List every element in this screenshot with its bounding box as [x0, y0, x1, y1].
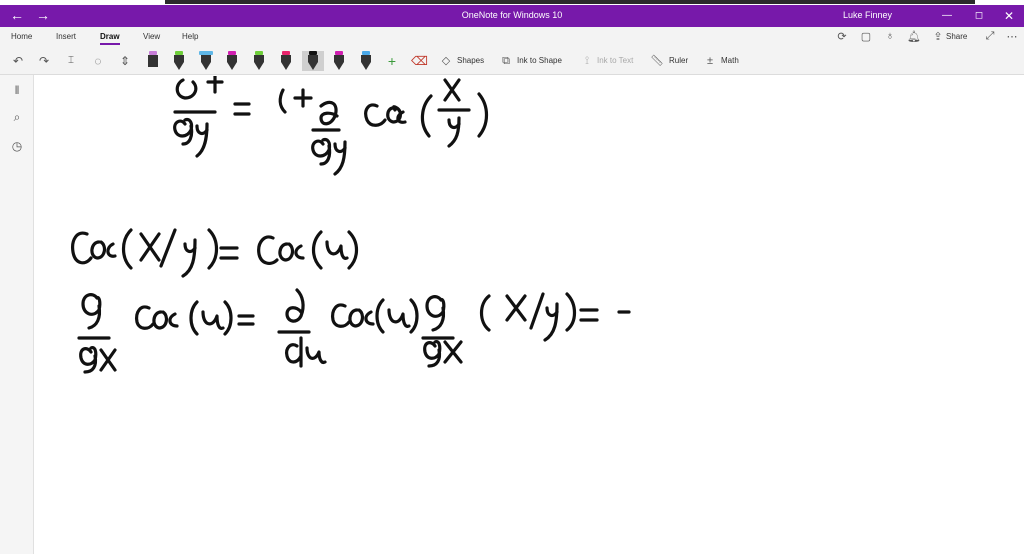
pen-tool[interactable] [358, 51, 374, 71]
close-button[interactable]: ✕ [992, 5, 1024, 27]
ruler-button[interactable]: Ruler [669, 56, 688, 65]
left-sidebar: 𝍪 ⌕ ◷ [0, 75, 34, 554]
forward-arrow-icon[interactable]: → [32, 7, 54, 23]
type-select-icon[interactable]: ⌶ [63, 52, 79, 70]
maximize-button[interactable]: ◻ [962, 5, 996, 27]
feedback-icon[interactable]: ▢ [858, 30, 874, 43]
ruler-icon[interactable]: 📏︎ [650, 52, 664, 70]
ink-equation-3 [77, 288, 631, 374]
shapes-icon[interactable]: ◇ [439, 52, 453, 70]
share-icon[interactable]: ⇪ [930, 30, 946, 43]
ink-to-shape-button[interactable]: Ink to Shape [517, 56, 562, 65]
bell-icon[interactable]: 🔔︎ [906, 30, 922, 43]
tab-insert[interactable]: Insert [56, 32, 76, 41]
eraser-icon[interactable]: ⌫ [411, 52, 428, 70]
fullscreen-icon[interactable]: ⤢ [982, 30, 998, 43]
ink-to-shape-icon[interactable]: ⧉ [499, 52, 513, 70]
ink-equation-2 [71, 228, 359, 278]
ink-equation-1 [173, 76, 489, 176]
ink-to-text-button: Ink to Text [597, 56, 634, 65]
onenote-window: ← → OneNote for Windows 10 Luke Finney —… [0, 0, 1024, 554]
share-button[interactable]: Share [946, 32, 967, 41]
lasso-select-icon[interactable]: ◌ [90, 52, 106, 70]
tab-home[interactable]: Home [11, 32, 32, 41]
draw-toolbar: ↶ ↷ ⌶ ◌ ⇕ + ⌫ ◇ Shapes ⧉ Ink to Shape ⟟ … [0, 49, 1024, 73]
add-pen-icon[interactable]: + [384, 52, 400, 70]
back-arrow-icon[interactable]: ← [6, 7, 28, 23]
title-bar: ← → OneNote for Windows 10 Luke Finney —… [0, 5, 1024, 27]
math-button[interactable]: Math [721, 56, 739, 65]
lightbulb-icon[interactable]: ♁ [882, 30, 898, 42]
pen-tool[interactable] [145, 51, 161, 71]
search-icon[interactable]: ⌕ [9, 110, 25, 126]
notebooks-icon[interactable]: 𝍪 [9, 81, 25, 97]
user-name[interactable]: Luke Finney [843, 10, 892, 20]
ribbon: Home Insert Draw View Help ⟳ ▢ ♁ 🔔︎ ⇪ Sh… [0, 27, 1024, 75]
handwritten-ink [71, 76, 631, 374]
pen-tool-selected[interactable] [302, 51, 324, 71]
pen-tool[interactable] [331, 51, 347, 71]
insert-space-icon[interactable]: ⇕ [117, 52, 133, 70]
math-icon[interactable]: ± [703, 52, 717, 70]
undo-icon[interactable]: ↶ [10, 52, 26, 70]
tab-view[interactable]: View [143, 32, 160, 41]
tab-draw[interactable]: Draw [100, 32, 120, 45]
pen-tool[interactable] [171, 51, 187, 71]
page-canvas[interactable] [35, 76, 1024, 554]
pen-tool[interactable] [224, 51, 240, 71]
recent-icon[interactable]: ◷ [9, 139, 25, 155]
more-options-icon[interactable]: ⋯ [1004, 30, 1020, 43]
pen-tool[interactable] [251, 51, 267, 71]
highlighter-tool[interactable] [198, 51, 214, 71]
redo-icon[interactable]: ↷ [36, 52, 52, 70]
ink-to-text-icon: ⟟ [584, 55, 590, 67]
tab-help[interactable]: Help [182, 32, 198, 41]
sync-icon[interactable]: ⟳ [834, 30, 850, 43]
pen-tool[interactable] [278, 51, 294, 71]
shapes-button[interactable]: Shapes [457, 56, 484, 65]
minimize-button[interactable]: — [930, 5, 964, 27]
